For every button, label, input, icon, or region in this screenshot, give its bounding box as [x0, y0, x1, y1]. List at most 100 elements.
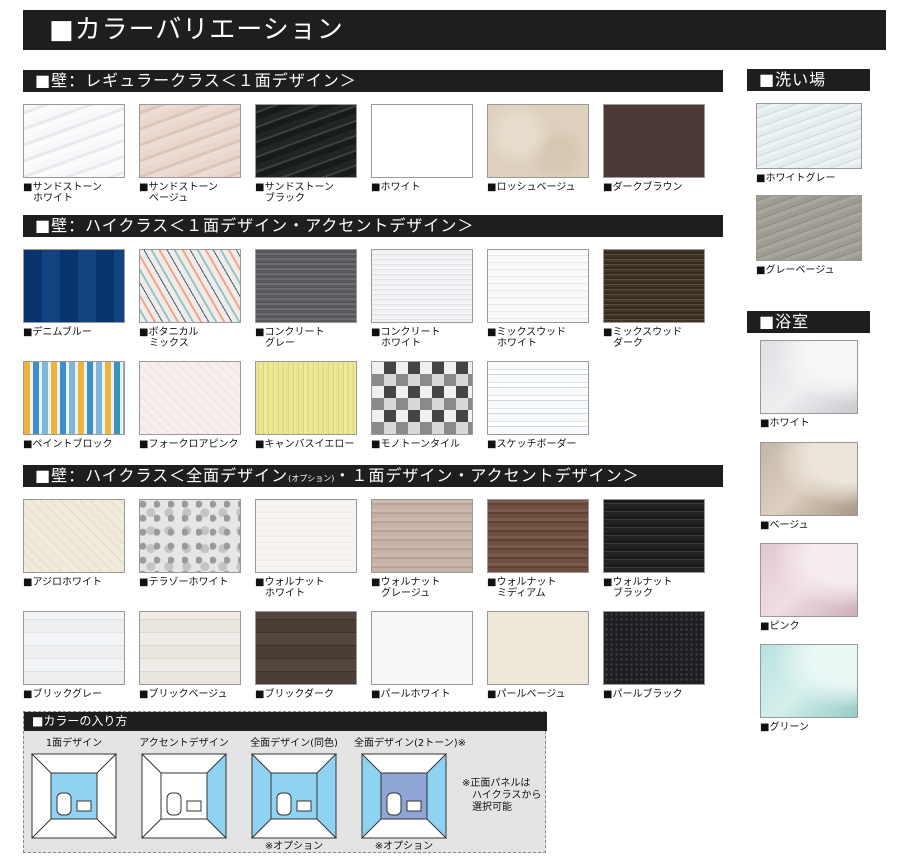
swatch-label: ■グリーン	[760, 722, 809, 733]
swatch-mixwood-white[interactable]: ■ミックスウッド ホワイト	[487, 249, 589, 349]
swatch-concrete-gray[interactable]: ■コンクリート グレー	[255, 249, 357, 349]
swatch-brick-dark[interactable]: ■ブリックダーク	[255, 611, 357, 700]
section-heading-bathtub: ■浴室	[747, 311, 870, 333]
swatch-dark-brown[interactable]: ■ダークブラウン	[603, 104, 705, 193]
swatch-label-2: ブラック	[265, 193, 305, 204]
swatch-image	[23, 611, 125, 685]
room-accent-diagram	[141, 753, 227, 839]
swatch-canvas-yellow[interactable]: ■キャンバスイエロー	[255, 361, 357, 450]
swatch-washing-gray-beige[interactable]: ■グレーベージュ	[756, 195, 862, 276]
swatch-image	[760, 543, 858, 617]
swatch-image	[255, 499, 357, 573]
swatch-walnut-white[interactable]: ■ウォルナット ホワイト	[255, 499, 357, 599]
swatch-label-2: ミディアム	[497, 588, 546, 599]
swatch-folklore-pink[interactable]: ■フォークロアピンク	[139, 361, 241, 450]
swatch-botanical-mix[interactable]: ■ボタニカル ミックス	[139, 249, 241, 349]
swatch-label: ■ウォルナット	[255, 577, 325, 588]
swatch-image	[139, 361, 241, 435]
swatch-label-2: ブラック	[613, 588, 653, 599]
swatch-tub-beige[interactable]: ■ベージュ	[760, 442, 858, 531]
swatch-image	[487, 361, 589, 435]
swatch-image	[756, 195, 862, 261]
swatch-image	[371, 104, 473, 178]
swatch-image	[23, 499, 125, 573]
swatch-label-2: ダーク	[613, 338, 643, 349]
swatch-image	[371, 611, 473, 685]
swatch-walnut-black[interactable]: ■ウォルナット ブラック	[603, 499, 705, 599]
swatch-image	[139, 611, 241, 685]
swatch-concrete-white[interactable]: ■コンクリート ホワイト	[371, 249, 473, 349]
swatch-label: ■ロッシュベージュ	[487, 182, 576, 193]
room-one-side-diagram	[31, 753, 117, 839]
placement-caption: 全面デザイン(2トーン)※	[354, 738, 467, 749]
swatch-tub-pink[interactable]: ■ピンク	[760, 543, 858, 632]
color-placement-heading: ■カラーの入り方	[24, 712, 547, 731]
swatch-pearl-beige[interactable]: ■パールベージュ	[487, 611, 589, 700]
option-note: ※オプション	[374, 841, 434, 852]
swatch-label: ■ホワイト	[760, 418, 810, 429]
placement-caption: 1面デザイン	[45, 738, 103, 749]
swatch-tub-green[interactable]: ■グリーン	[760, 644, 858, 733]
swatch-sandstone-beige[interactable]: ■サンドストーン ベージュ	[139, 104, 241, 204]
placement-caption: 全面デザイン(同色)	[250, 738, 338, 749]
swatch-label-2: ホワイト	[497, 338, 537, 349]
swatch-label: ■キャンバスイエロー	[255, 439, 355, 450]
room-full-same-diagram	[251, 753, 337, 839]
swatch-walnut-greige[interactable]: ■ウォルナット グレージュ	[371, 499, 473, 599]
swatch-label-2: ホワイト	[381, 338, 421, 349]
swatch-walnut-medium[interactable]: ■ウォルナット ミディアム	[487, 499, 589, 599]
swatch-mixwood-dark[interactable]: ■ミックスウッド ダーク	[603, 249, 705, 349]
note-line: 選択可能	[472, 802, 512, 813]
swatch-label: ■フォークロアピンク	[139, 439, 239, 450]
color-placement-panel: ■カラーの入り方 1面デザイン アクセントデザイン 全面デザイン(同色) ※オプ…	[23, 711, 547, 853]
swatch-label: ■パールベージュ	[487, 689, 566, 700]
heading-text: ・１面デザイン・アクセントデザイン＞	[334, 466, 640, 485]
swatch-ajiro-white[interactable]: ■アジロホワイト	[23, 499, 125, 588]
swatch-label: ■ブリックグレー	[23, 689, 103, 700]
swatch-brick-beige[interactable]: ■ブリックベージュ	[139, 611, 241, 700]
swatch-label: ■アジロホワイト	[23, 577, 103, 588]
swatch-terrazzo-white[interactable]: ■テラゾーホワイト	[139, 499, 241, 588]
swatch-label: ■グレーベージュ	[756, 265, 835, 276]
swatch-sandstone-white[interactable]: ■サンドストーン ホワイト	[23, 104, 125, 204]
placement-one-side: 1面デザイン	[24, 738, 124, 839]
swatch-paint-block[interactable]: ■ペイントブロック	[23, 361, 125, 450]
placement-full-same: 全面デザイン(同色) ※オプション	[244, 738, 344, 853]
swatch-sketch-border[interactable]: ■スケッチボーダー	[487, 361, 589, 450]
swatch-image	[139, 499, 241, 573]
swatch-label-2: ベージュ	[149, 193, 189, 204]
swatch-image	[23, 104, 125, 178]
note-line: ※正面パネルは	[462, 778, 531, 789]
swatch-label: ■ミックスウッド	[603, 327, 683, 338]
swatch-image	[756, 103, 862, 169]
swatch-image	[487, 499, 589, 573]
option-note: ※オプション	[264, 841, 324, 852]
swatch-label: ■ミックスウッド	[487, 327, 567, 338]
swatch-label: ■スケッチボーダー	[487, 439, 577, 450]
swatch-image	[603, 611, 705, 685]
swatch-roche-beige[interactable]: ■ロッシュベージュ	[487, 104, 589, 193]
swatch-label: ■ベージュ	[760, 520, 809, 531]
swatch-denim-blue[interactable]: ■デニムブルー	[23, 249, 125, 338]
swatch-label: ■テラゾーホワイト	[139, 577, 229, 588]
section-heading-washing-area: ■洗い場	[747, 69, 870, 91]
swatch-image	[603, 499, 705, 573]
placement-full-two-tone: 全面デザイン(2トーン)※ ※オプション	[354, 738, 467, 853]
swatch-washing-white-gray[interactable]: ■ホワイトグレー	[756, 103, 862, 184]
swatch-monotone-tile[interactable]: ■モノトーンタイル	[371, 361, 473, 450]
front-panel-note: ※正面パネルは ハイクラスから 選択可能	[462, 778, 541, 814]
swatch-brick-gray[interactable]: ■ブリックグレー	[23, 611, 125, 700]
placement-accent: アクセントデザイン	[134, 738, 234, 839]
swatch-tub-white[interactable]: ■ホワイト	[760, 340, 858, 429]
swatch-image	[371, 249, 473, 323]
swatch-label: ■コンクリート	[371, 327, 441, 338]
swatch-sandstone-black[interactable]: ■サンドストーン ブラック	[255, 104, 357, 204]
swatch-white[interactable]: ■ホワイト	[371, 104, 473, 193]
swatch-label: ■ピンク	[760, 621, 800, 632]
section-heading-wall-high-2: ■壁：ハイクラス＜全面デザイン(オプション)・１面デザイン・アクセントデザイン＞	[23, 465, 723, 487]
swatch-label: ■ホワイトグレー	[756, 173, 836, 184]
swatch-pearl-white[interactable]: ■パールホワイト	[371, 611, 473, 700]
swatch-image	[760, 442, 858, 516]
swatch-image	[255, 104, 357, 178]
swatch-pearl-black[interactable]: ■パールブラック	[603, 611, 705, 700]
